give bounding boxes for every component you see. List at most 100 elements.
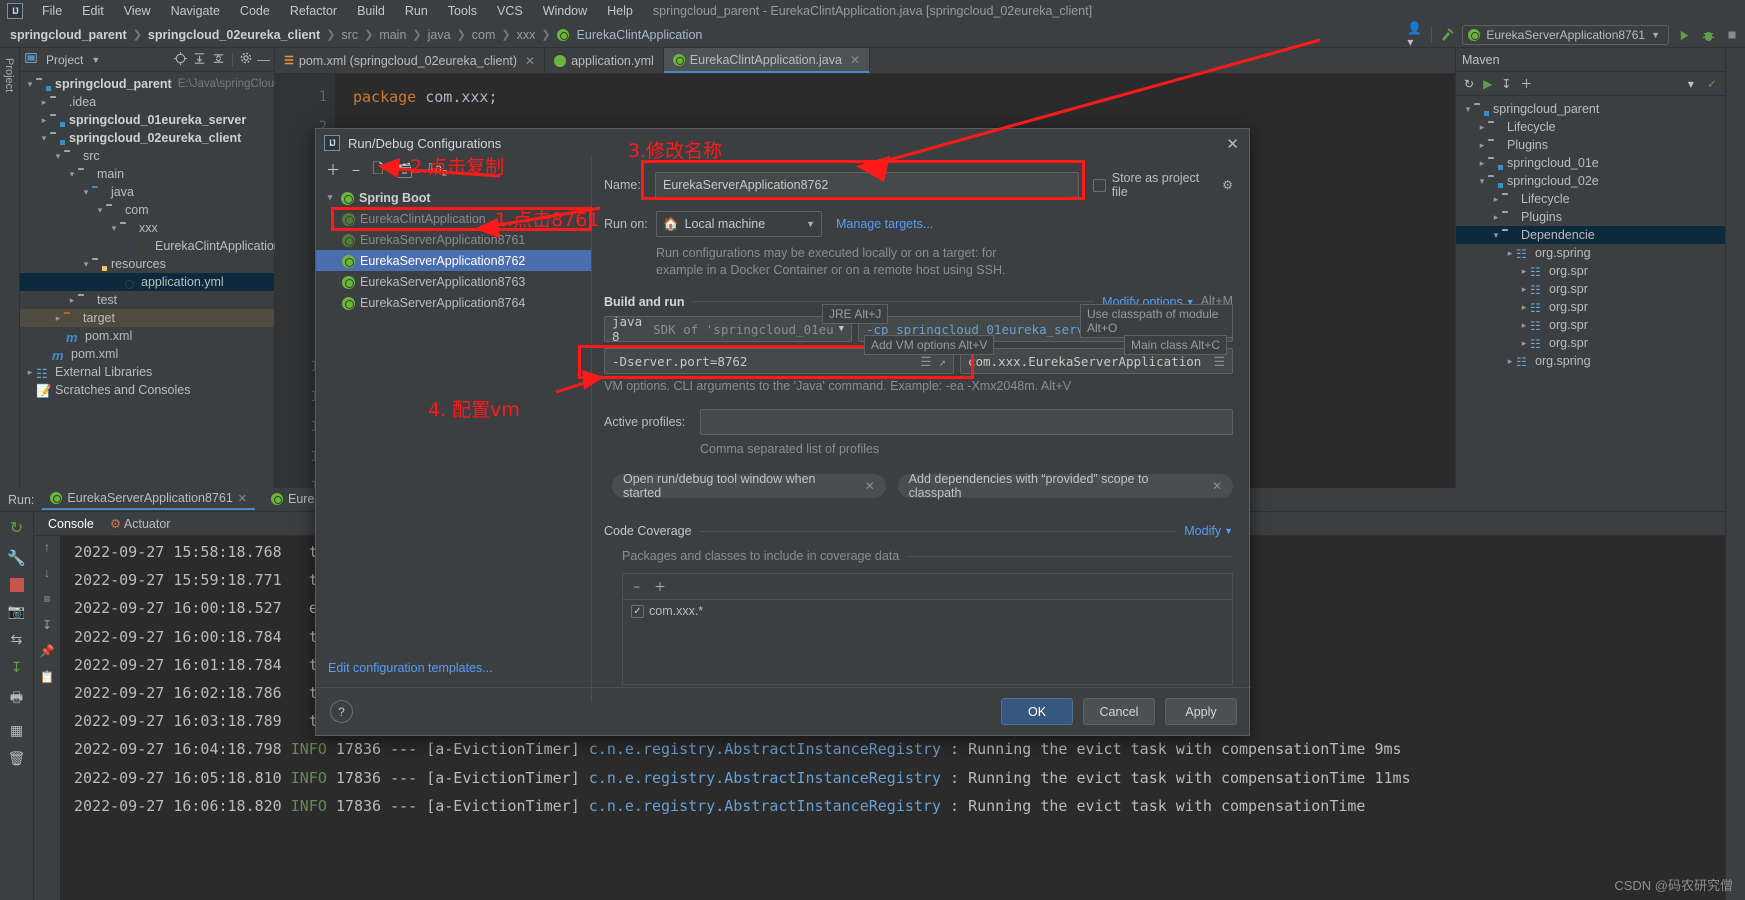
maven-node-dependencies[interactable]: ▾ Dependencie (1456, 226, 1725, 244)
breadcrumb-item-6[interactable]: xxx (513, 27, 540, 43)
breadcrumb-item-0[interactable]: springcloud_parent (6, 27, 131, 43)
locate-icon[interactable] (173, 51, 188, 69)
trash-icon[interactable]: 🗑 (8, 750, 26, 767)
chevron-right-icon[interactable]: ▸ (38, 97, 50, 108)
chevron-down-icon[interactable]: ▾ (80, 259, 92, 270)
chevron-down-icon[interactable]: ▾ (1462, 104, 1474, 115)
expand-editor-icon[interactable]: ☰ (920, 354, 931, 369)
remove-icon[interactable]: − (633, 580, 640, 594)
hammer-icon[interactable] (1438, 26, 1456, 44)
debug-icon[interactable] (1699, 26, 1717, 44)
chevron-down-icon[interactable]: ▾ (94, 205, 106, 216)
chevron-right-icon[interactable]: ▸ (1518, 338, 1530, 349)
breadcrumb-item-5[interactable]: com (468, 27, 500, 43)
chevron-down-icon[interactable]: ▾ (24, 79, 36, 90)
check-icon[interactable]: ✓ (1707, 77, 1717, 91)
name-input[interactable]: EurekaServerApplication8762 (655, 172, 1079, 198)
maven-node-dep-1[interactable]: ▸ ☷ org.spr (1456, 262, 1725, 280)
maven-node-dep-5[interactable]: ▸ ☷ org.spr (1456, 334, 1725, 352)
collapse-icon[interactable]: ▾ (1688, 77, 1694, 91)
close-icon[interactable]: ✕ (525, 54, 535, 68)
camera-icon[interactable]: 📷 (8, 603, 25, 620)
chevron-right-icon[interactable]: ▸ (1518, 320, 1530, 331)
chevron-right-icon[interactable]: ▸ (38, 115, 50, 126)
stop-icon[interactable] (1723, 26, 1741, 44)
chevron-right-icon[interactable]: ▸ (1504, 248, 1516, 259)
chevron-right-icon[interactable]: ▸ (1518, 266, 1530, 277)
config-item-eureka-clint-application[interactable]: EurekaClintApplication (316, 208, 591, 229)
close-icon[interactable]: ✕ (238, 492, 247, 505)
breadcrumb-item-1[interactable]: springcloud_02eureka_client (144, 27, 324, 43)
tree-node-pom-parent[interactable]: m pom.xml (20, 345, 274, 363)
coverage-item-row[interactable]: ✓ com.xxx.* (623, 600, 1232, 618)
coverage-item-checkbox[interactable]: ✓ (631, 604, 644, 618)
download-icon[interactable]: ↧ (1501, 77, 1511, 91)
apply-button[interactable]: Apply (1165, 698, 1237, 725)
maven-node-plugins[interactable]: ▸ Plugins (1456, 136, 1725, 154)
breadcrumb-item-7[interactable]: EurekaClintApplication (573, 27, 707, 43)
chevron-right-icon[interactable]: ▸ (1518, 284, 1530, 295)
wrap-icon[interactable]: ≡ (43, 592, 50, 606)
chevron-down-icon[interactable]: ▾ (52, 151, 64, 162)
maven-node-dep-3[interactable]: ▸ ☷ org.spr (1456, 298, 1725, 316)
print-icon[interactable]: 🖶 (10, 687, 23, 711)
active-profiles-input[interactable] (700, 409, 1233, 435)
tool-window-tab-project[interactable]: Project (0, 52, 18, 98)
expand-icon[interactable]: ↗ (938, 354, 946, 369)
gear-icon[interactable] (239, 51, 253, 68)
jre-select[interactable]: java 8 SDK of 'springcloud_01eureka_s ▼ (604, 314, 852, 344)
soft-wrap-icon[interactable]: ⇆ (11, 631, 23, 648)
manage-targets-link[interactable]: Manage targets... (836, 217, 933, 231)
maven-node-plugins-2[interactable]: ▸ Plugins (1456, 208, 1725, 226)
run-icon[interactable]: ▶ (1483, 77, 1492, 91)
edit-templates-icon[interactable]: 🗃 (395, 162, 413, 179)
close-icon[interactable]: ✕ (865, 479, 875, 493)
run-configuration-selector[interactable]: EurekaServerApplication8761 ▼ (1462, 25, 1669, 45)
chevron-right-icon[interactable]: ▸ (1476, 122, 1488, 133)
export-icon[interactable]: ↧ (42, 618, 52, 632)
tab-console[interactable]: Console (48, 517, 94, 531)
config-item-8762[interactable]: EurekaServerApplication8762 (316, 250, 591, 271)
gear-icon[interactable]: ⚙ (1222, 178, 1233, 192)
down-arrow-icon[interactable]: ↓ (44, 566, 50, 580)
chevron-down-icon[interactable]: ▾ (80, 187, 92, 198)
rerun-icon[interactable]: ↻ (10, 518, 23, 538)
tree-node-resources[interactable]: ▾ resources (20, 255, 274, 273)
pill-open-run-debug-tool-window[interactable]: Open run/debug tool window when started … (612, 472, 886, 500)
chevron-right-icon[interactable]: ▸ (52, 313, 64, 324)
chevron-down-icon[interactable]: ▾ (66, 169, 78, 180)
menu-edit[interactable]: Edit (73, 2, 113, 20)
help-button[interactable]: ? (330, 700, 353, 723)
chevron-right-icon[interactable]: ▸ (24, 367, 36, 378)
user-dropdown-icon[interactable]: 👤▾ (1407, 21, 1425, 49)
editor-tab-application-yml[interactable]: application.yml (545, 48, 664, 73)
pin-icon[interactable]: 📌 (40, 644, 55, 658)
chevron-right-icon[interactable]: ▸ (1490, 194, 1502, 205)
scroll-to-end-icon[interactable]: ↧ (11, 659, 23, 676)
menu-window[interactable]: Window (534, 2, 596, 20)
run-icon[interactable] (1675, 26, 1693, 44)
menu-view[interactable]: View (115, 2, 160, 20)
grid-icon[interactable]: ▦ (10, 722, 23, 739)
up-arrow-icon[interactable]: ↑ (44, 540, 50, 554)
tree-node-scratches[interactable]: 📝 Scratches and Consoles (20, 381, 274, 399)
maven-node-module-02[interactable]: ▾ springcloud_02e (1456, 172, 1725, 190)
refresh-icon[interactable]: ↻ (1464, 77, 1474, 91)
menu-run[interactable]: Run (396, 2, 437, 20)
menu-file[interactable]: File (33, 2, 71, 20)
breadcrumb-item-4[interactable]: java (424, 27, 455, 43)
sort-icon[interactable]: ⇩az (425, 161, 447, 178)
tab-actuator[interactable]: ⚙ Actuator (110, 516, 171, 531)
stop-icon[interactable] (9, 578, 24, 592)
maven-node-dep-4[interactable]: ▸ ☷ org.spr (1456, 316, 1725, 334)
tree-node-com[interactable]: ▾ com (20, 201, 274, 219)
chevron-down-icon[interactable]: ▼ (91, 55, 100, 65)
maven-node-module-01[interactable]: ▸ springcloud_01e (1456, 154, 1725, 172)
tree-node-external-libraries[interactable]: ▸ ☷ External Libraries (20, 363, 274, 381)
chevron-down-icon[interactable]: ▾ (38, 133, 50, 144)
chevron-down-icon[interactable]: ▾ (324, 192, 336, 203)
add-icon[interactable]: ＋ (326, 160, 340, 180)
maven-node-dep-2[interactable]: ▸ ☷ org.spr (1456, 280, 1725, 298)
collapse-all-icon[interactable] (211, 51, 226, 69)
tree-node-java[interactable]: ▾ java (20, 183, 274, 201)
